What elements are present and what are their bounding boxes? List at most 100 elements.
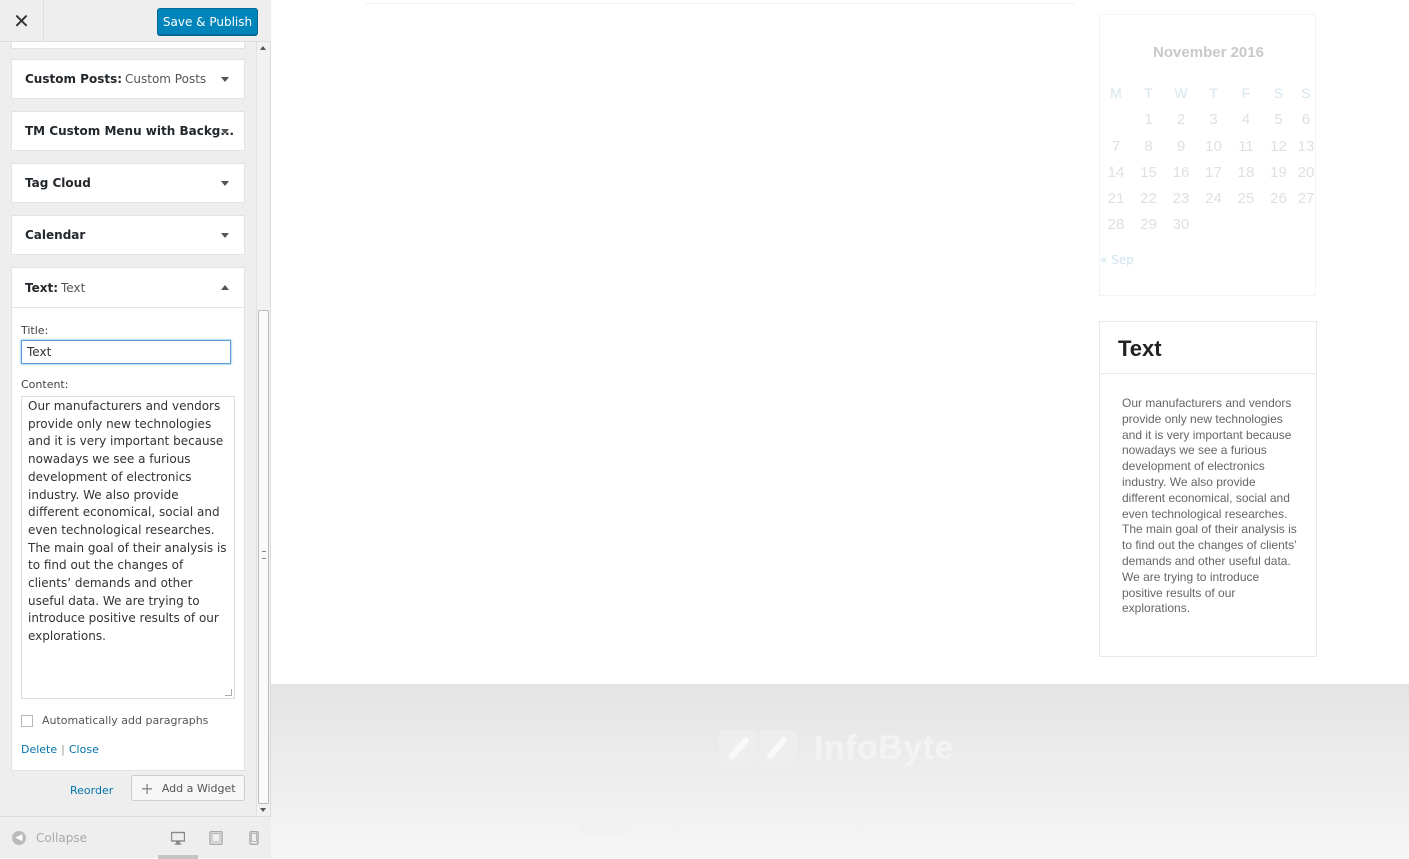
widget-list: Custom Posts: Custom Posts TM Custom Menu… (0, 42, 256, 816)
widget-text-expanded: Text:Text Title: Content: Our manufactur… (11, 267, 245, 771)
widget-actions: Delete | Close (21, 743, 99, 756)
credit-brand-link[interactable]: InfoByte (581, 823, 629, 837)
collapse-label: Collapse (36, 831, 87, 845)
plus-icon: + (140, 778, 154, 798)
close-customizer-button[interactable]: ✕ (0, 0, 44, 42)
expand-arrow-icon[interactable] (221, 233, 229, 238)
widget-calendar[interactable]: Calendar (11, 215, 245, 255)
site-preview: November 2016 M T W T F S S 1 2 3 4 5 6 7 8 9 10 11 12 13 14… (271, 0, 1409, 858)
widget-title: TM Custom Menu with Backg... (25, 124, 235, 138)
calendar-table: M T W T F S S 1 2 3 4 5 6 7 8 9 10 11 12 13 14 15 16 17 18 19 20 21… (1100, 85, 1317, 243)
calendar-day: 7 (1111, 137, 1121, 155)
sidebar-scrollbar[interactable] (256, 42, 270, 816)
tablet-icon[interactable] (209, 831, 223, 845)
mobile-icon[interactable] (247, 831, 261, 845)
save-publish-button[interactable]: Save & Publish (157, 8, 258, 35)
widget-header[interactable]: Custom Posts: Custom Posts (12, 60, 244, 98)
calendar-day: 22 (1140, 190, 1157, 208)
title-input[interactable] (21, 340, 231, 364)
widget-tm-custom-menu[interactable]: TM Custom Menu with Backg... (11, 111, 245, 151)
calendar-week-row: 7 8 9 10 11 12 13 (1100, 138, 1317, 164)
calendar-week-row: 28 29 30 (1100, 216, 1317, 242)
content-divider (365, 3, 1075, 4)
calendar-day: 2 (1176, 111, 1186, 129)
delete-link[interactable]: Delete (21, 743, 57, 756)
calendar-day: 30 (1172, 216, 1190, 234)
calendar-day: 4 (1241, 111, 1251, 129)
scroll-down-arrow-icon[interactable] (260, 808, 266, 812)
footer-credit: InfoByte is proudly powered by WordPress… (581, 823, 1087, 837)
expand-arrow-icon[interactable] (221, 77, 229, 82)
calendar-day: 29 (1140, 216, 1157, 234)
scroll-grip-icon (262, 551, 266, 559)
widget-header[interactable]: Text: Text (12, 268, 244, 308)
text-widget-divider (1100, 373, 1316, 374)
widget-subtitle: Text (61, 280, 86, 295)
calendar-week-row: 14 15 16 17 18 19 20 (1100, 164, 1317, 190)
calendar-day: 24 (1205, 190, 1222, 208)
collapse-button[interactable]: ◀ Collapse (12, 831, 87, 845)
calendar-day: 20 (1297, 163, 1315, 181)
expand-arrow-icon[interactable] (221, 181, 229, 186)
calendar-day: 9 (1176, 137, 1186, 155)
reorder-link[interactable]: Reorder (70, 784, 113, 797)
calendar-prev-link[interactable]: « Sep (1100, 253, 1134, 267)
calendar-day: 11 (1238, 137, 1254, 155)
content-textarea[interactable]: Our manufacturers and vendors provide on… (21, 396, 235, 699)
logo-text: InfoByte (814, 728, 954, 767)
calendar-day: 8 (1144, 137, 1153, 155)
calendar-widget-preview: November 2016 M T W T F S S 1 2 3 4 5 6 7 8 9 10 11 12 13 14… (1099, 14, 1316, 296)
customizer-sidebar: ✕ Save & Publish Custom Posts: Custom Pos… (0, 0, 271, 859)
resize-handle-icon[interactable] (225, 689, 232, 696)
content-text: Our manufacturers and vendors provide on… (28, 399, 227, 644)
calendar-week-row: 123456 (1100, 111, 1317, 137)
calendar-day: 28 (1107, 216, 1125, 234)
widget-title: Tag Cloud (25, 176, 91, 190)
calendar-weekday: M (1110, 85, 1122, 101)
calendar-day: 13 (1297, 137, 1315, 155)
text-widget-body: Our manufacturers and vendors provide on… (1122, 396, 1297, 616)
calendar-day: 25 (1237, 190, 1255, 208)
calendar-weekday: F (1241, 85, 1251, 101)
calendar-caption: November 2016 (1153, 44, 1264, 61)
calendar-day: 17 (1205, 163, 1222, 181)
calendar-day: 14 (1107, 163, 1125, 181)
calendar-weekday: S (1301, 85, 1311, 101)
calendar-weekday: T (1144, 85, 1153, 101)
close-link[interactable]: Close (69, 743, 99, 756)
close-icon: ✕ (13, 9, 30, 33)
collapse-arrow-icon[interactable] (221, 284, 229, 290)
title-label: Title: (21, 324, 49, 337)
calendar-day: 21 (1107, 190, 1125, 208)
widget-custom-posts[interactable]: Custom Posts: Custom Posts (11, 59, 245, 99)
auto-paragraphs-checkbox[interactable] (21, 714, 33, 727)
content-label: Content: (21, 378, 69, 391)
widget-tag-cloud[interactable]: Tag Cloud (11, 163, 245, 203)
widget-header[interactable]: Tag Cloud (12, 164, 244, 202)
desktop-icon[interactable] (171, 831, 185, 845)
expand-arrow-icon[interactable] (221, 129, 229, 134)
credit-text: is proudly powered by WordPress Entries … (632, 823, 1087, 837)
auto-paragraphs-option[interactable]: Automatically add paragraphs (21, 714, 208, 727)
widget-title: Calendar (25, 228, 86, 242)
text-widget-title: Text (1118, 336, 1162, 361)
calendar-weekday: T (1209, 85, 1218, 101)
calendar-day: 23 (1172, 190, 1190, 208)
widget-title: Text: (25, 280, 59, 295)
scrollbar-thumb[interactable] (258, 310, 269, 804)
link-separator: | (61, 743, 65, 756)
scroll-up-arrow-icon[interactable] (260, 46, 266, 50)
widget-header[interactable]: TM Custom Menu with Backg... (12, 112, 244, 150)
calendar-day: 27 (1297, 190, 1315, 208)
calendar-day: 1 (1144, 111, 1153, 129)
calendar-weekday-row: MTWTFSS (1100, 85, 1317, 111)
calendar-day: 18 (1237, 163, 1255, 181)
calendar-day: 3 (1209, 111, 1218, 129)
add-widget-button[interactable]: + Add a Widget (131, 775, 245, 801)
widget-header[interactable]: Calendar (12, 216, 244, 254)
calendar-week-row: 21 22 23 24 25 26 27 (1100, 190, 1317, 216)
site-footer: InfoByte InfoByte is proudly powered by … (271, 684, 1409, 858)
customizer-footer: ◀ Collapse (0, 816, 271, 859)
site-logo[interactable]: InfoByte (718, 728, 954, 768)
infobyte-logo-icon (719, 730, 797, 766)
